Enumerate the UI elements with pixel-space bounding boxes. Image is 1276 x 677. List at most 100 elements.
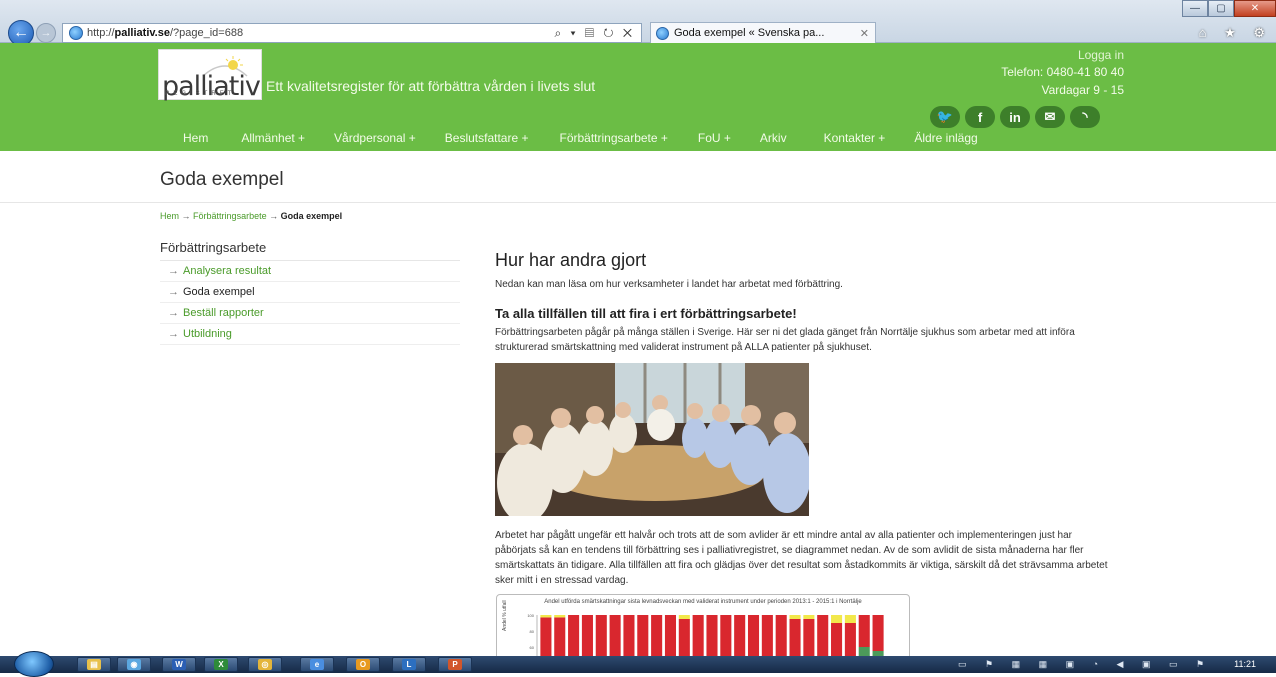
content-heading: Hur har andra gjort <box>495 250 647 270</box>
chart-plot: 100806040 <box>527 613 884 656</box>
palliativ-logo[interactable]: palliativ REGISTRET <box>158 49 262 102</box>
chart-bar-segment <box>858 615 870 647</box>
outlook-app[interactable]: O <box>346 657 380 672</box>
tab-close-icon[interactable]: ✕ <box>860 27 869 40</box>
start-button[interactable] <box>14 651 54 677</box>
arrow-icon: → <box>168 265 179 277</box>
chrome-app[interactable]: ◎ <box>248 657 282 672</box>
tab-favicon-icon <box>656 26 669 40</box>
chart-bar-segment <box>775 615 787 656</box>
maximize-button[interactable]: ▢ <box>1208 0 1234 17</box>
chart-bar-segment <box>678 615 690 619</box>
powerpoint-app-icon: P <box>448 659 462 670</box>
facebook-icon[interactable]: f <box>965 106 995 128</box>
chart-bar-segment <box>844 623 856 656</box>
group-photo <box>495 363 809 516</box>
nav-fou[interactable]: FoU + <box>698 131 731 145</box>
login-link[interactable]: Logga in <box>1078 48 1124 62</box>
url-path: /?page_id=688 <box>169 27 244 39</box>
forward-button[interactable]: → <box>36 23 56 43</box>
nav-arkiv[interactable]: Arkiv <box>760 131 787 145</box>
content-paragraph-2: Arbetet har pågått ungefär ett halvår oc… <box>495 530 1108 586</box>
lync-app-icon: L <box>402 659 416 670</box>
chart-bar-segment <box>581 615 593 656</box>
ie-app[interactable]: e <box>300 657 334 672</box>
nav-kontakter[interactable]: Kontakter + <box>824 131 886 145</box>
sidebar-item-utbildning[interactable]: → Utbildning <box>160 324 460 345</box>
url-prefix: http:// <box>87 27 115 39</box>
linkedin-icon[interactable]: in <box>1000 106 1030 128</box>
content-subheading: Ta alla tillfällen till att fira i ert f… <box>495 306 797 321</box>
word-app-icon: W <box>172 659 186 670</box>
explorer-app[interactable]: ▤ <box>77 657 111 672</box>
chart-bar-segment <box>858 647 870 656</box>
chart-bar-segment <box>678 619 690 656</box>
pain-assessment-chart: Andel utförda smärtskattningar sista lev… <box>496 594 910 656</box>
sidebar-item-analysera[interactable]: → Analysera resultat <box>160 261 460 282</box>
browser-toolbar: ← → http://palliativ.se/?page_id=688 ⌕ ▾… <box>0 0 1276 46</box>
rss-icon[interactable]: ◝ <box>1070 106 1100 128</box>
sidebar-item-bestall[interactable]: → Beställ rapporter <box>160 303 460 324</box>
chart-bar-segment <box>761 615 773 656</box>
breadcrumb-separator: → <box>269 211 279 221</box>
nav-forbattringsarbete[interactable]: Förbättringsarbete + <box>560 131 668 145</box>
url-domain: palliativ.se <box>114 27 170 39</box>
chart-bar-segment <box>817 615 829 656</box>
chart-bar-segment <box>720 615 732 656</box>
breadcrumb-home[interactable]: Hem <box>160 211 179 221</box>
home-favorites-settings-icons[interactable]: ⌂ ★ ⚙ <box>1199 25 1272 41</box>
chart-bar-segment <box>747 615 760 656</box>
close-button[interactable]: ✕ <box>1234 0 1276 17</box>
breadcrumb-parent[interactable]: Förbättringsarbete <box>193 211 267 221</box>
page-title-band: Goda exempel <box>0 151 1276 203</box>
chart-bar-segment <box>540 615 552 618</box>
outlook-app-icon: O <box>356 659 370 670</box>
chart-bar-segment <box>664 615 677 656</box>
sidebar-item-label: Goda exempel <box>183 286 255 298</box>
arrow-icon: → <box>168 328 179 340</box>
main-content: Hur har andra gjort Nedan kan man läsa o… <box>495 250 1115 355</box>
address-bar-tools[interactable]: ⌕ ▾ ▤ ↻ ✕ <box>555 26 636 41</box>
minimize-button[interactable]: — <box>1182 0 1208 17</box>
ie-app-icon: e <box>310 659 324 670</box>
main-navigation: Hem Allmänhet + Vårdpersonal + Beslutsfa… <box>183 131 978 145</box>
social-links: 🐦 f in ✉ ◝ <box>930 106 1100 128</box>
chart-bar-segment <box>706 615 718 656</box>
media-app[interactable]: ◉ <box>117 657 151 672</box>
mail-icon[interactable]: ✉ <box>1035 106 1065 128</box>
chart-bar-segment <box>568 615 580 656</box>
sidebar-item-label: Beställ rapporter <box>183 307 264 319</box>
chart-bar-segment <box>554 617 566 656</box>
address-bar[interactable]: http://palliativ.se/?page_id=688 ⌕ ▾ ▤ ↻… <box>62 23 642 43</box>
twitter-icon[interactable]: 🐦 <box>930 106 960 128</box>
clock[interactable]: 11:21 <box>1234 659 1256 669</box>
web-page: palliativ REGISTRET Ett kvalitetsregiste… <box>0 43 1276 656</box>
lync-app[interactable]: L <box>392 657 426 672</box>
breadcrumb-separator: → <box>181 211 191 221</box>
site-tagline: Ett kvalitetsregister för att förbättra … <box>266 78 596 94</box>
nav-hem[interactable]: Hem <box>183 131 208 145</box>
nav-aldre-inlagg[interactable]: Äldre inlägg <box>914 131 977 145</box>
word-app[interactable]: W <box>162 657 196 672</box>
chart-bar-segment <box>872 615 884 651</box>
site-header: palliativ REGISTRET Ett kvalitetsregiste… <box>0 43 1276 151</box>
sidebar-item-goda-exempel[interactable]: → Goda exempel <box>160 282 460 303</box>
chart-bar-segment <box>831 615 843 623</box>
chart-bar-segment <box>637 615 649 656</box>
site-favicon-icon <box>69 26 83 40</box>
chart-bar-segment <box>623 615 635 656</box>
chart-bar-segment <box>734 615 746 656</box>
chart-y-tick-label: 100 <box>527 613 534 618</box>
media-app-icon: ◉ <box>127 659 141 670</box>
tab-title: Goda exempel « Svenska pa... <box>674 27 825 39</box>
page-title: Goda exempel <box>160 169 284 190</box>
nav-allmanhet[interactable]: Allmänhet + <box>241 131 305 145</box>
nav-vardpersonal[interactable]: Vårdpersonal + <box>334 131 416 145</box>
browser-tab[interactable]: Goda exempel « Svenska pa... ✕ <box>650 22 876 43</box>
powerpoint-app[interactable]: P <box>438 657 472 672</box>
nav-beslutsfattare[interactable]: Beslutsfattare + <box>445 131 529 145</box>
sidebar-item-label: Analysera resultat <box>183 265 272 277</box>
phone-number: Telefon: 0480-41 80 40 <box>1001 65 1124 79</box>
system-tray[interactable]: ▭ ⚑ ▦ ▦ ▣ ◔ ◀ ▣ ▭ ⚑ <box>958 659 1212 670</box>
excel-app[interactable]: X <box>204 657 238 672</box>
